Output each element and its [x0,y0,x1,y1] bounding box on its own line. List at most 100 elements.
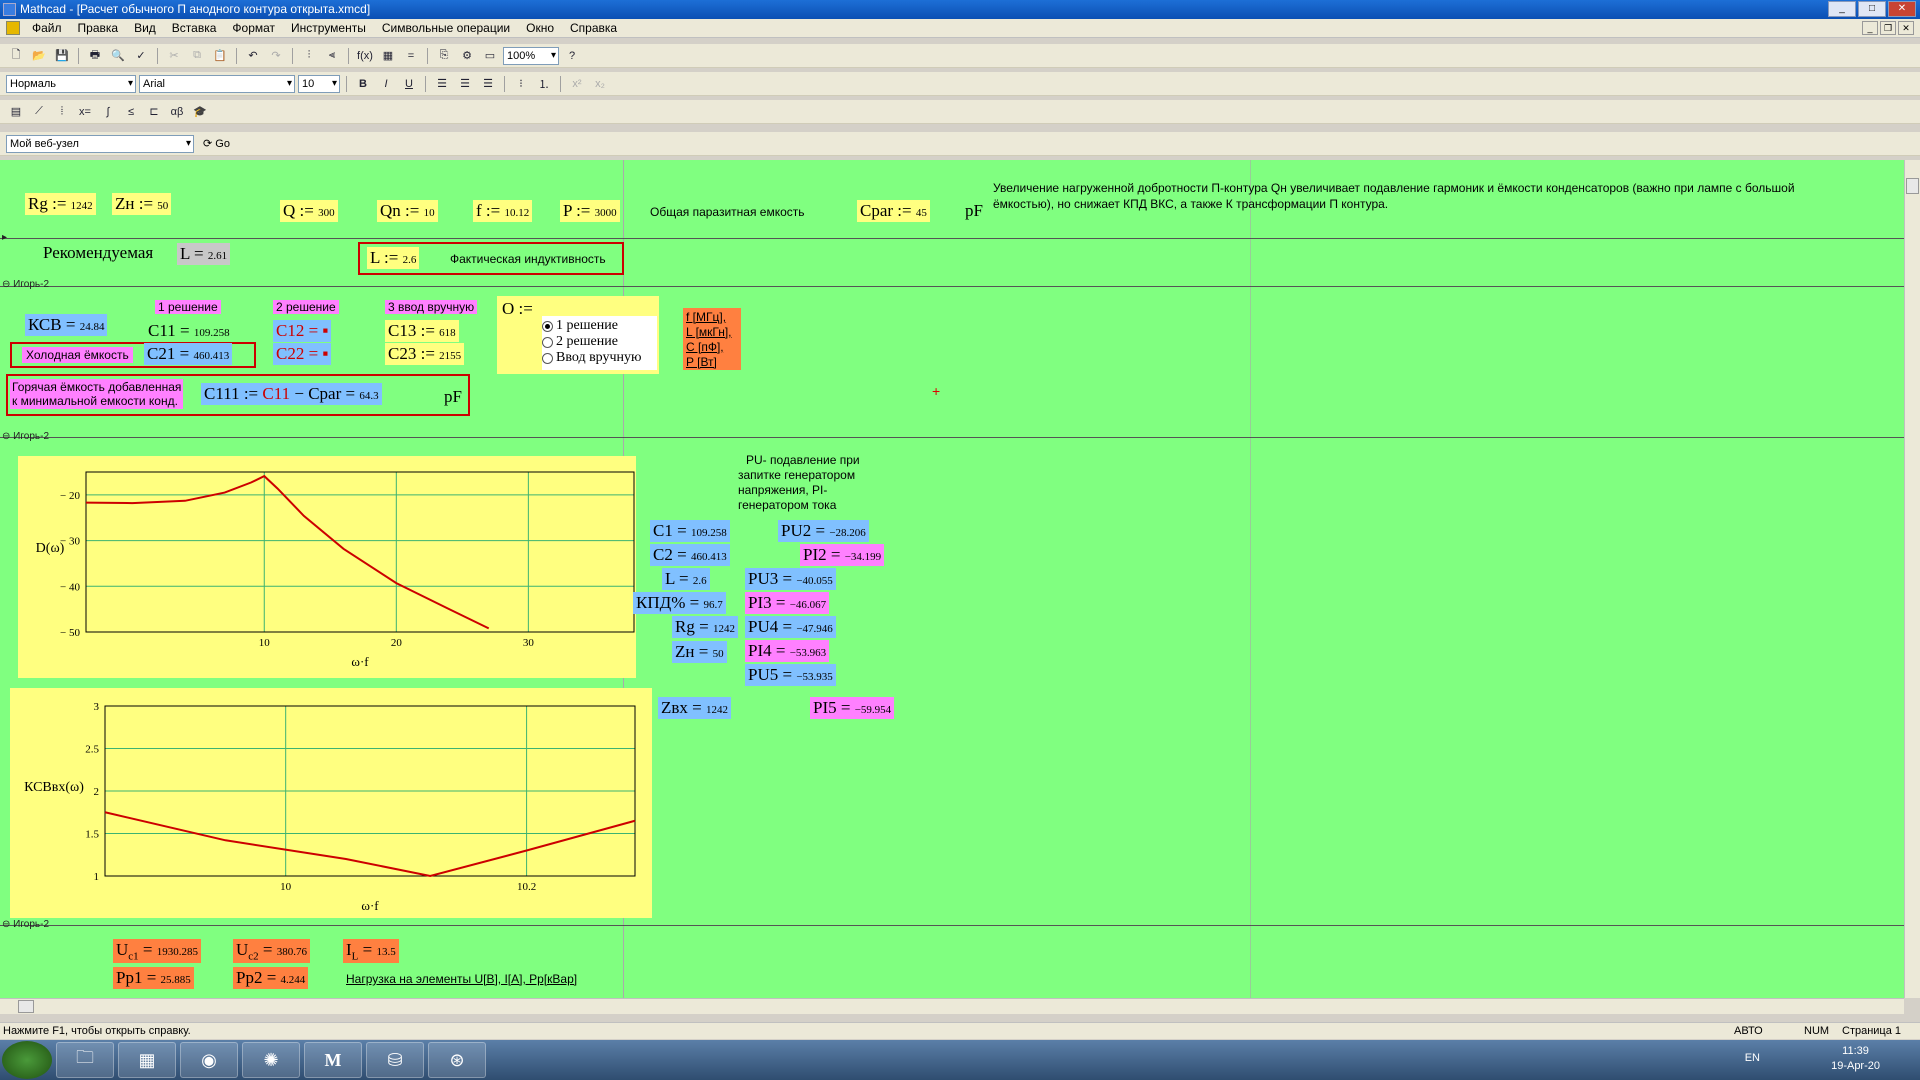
style-select[interactable]: Нормаль [6,74,136,93]
numbering-icon[interactable]: ⒈ [534,75,554,93]
kpd-result[interactable]: КПД% = 96.7 [633,592,726,614]
horizontal-scroll-thumb[interactable] [18,1000,34,1013]
menu-format[interactable]: Формат [224,21,283,35]
web-address-select[interactable]: Мой веб-узел [6,134,194,153]
pu2-result[interactable]: PU2 = −28.206 [778,520,869,542]
region-label[interactable]: ⊖ Игорь-2 [2,431,49,442]
graph-icon[interactable]: ⟋ [29,103,49,121]
boolean-icon[interactable]: ≤ [121,103,141,121]
doc-minimize-button[interactable]: _ [1862,21,1878,35]
l-recommended[interactable]: L = 2.61 [177,243,231,265]
superscript-icon[interactable]: x² [567,75,587,93]
document-icon[interactable] [6,21,20,35]
align-left-icon[interactable]: ☰ [432,75,452,93]
rg-definition[interactable]: Rg := 1242 [25,193,96,215]
align-right-icon[interactable]: ☰ [478,75,498,93]
resource-center-icon[interactable]: ▭ [480,47,500,65]
menu-edit[interactable]: Правка [70,21,127,35]
doc-close-button[interactable]: ✕ [1898,21,1914,35]
radio-solution-2[interactable]: 2 решение [542,334,657,350]
antenna-app-icon[interactable]: ✺ [242,1042,300,1078]
menu-help[interactable]: Справка [562,21,625,35]
pp2-result[interactable]: Pp2 = 4.244 [233,967,309,989]
spellcheck-icon[interactable]: ✓ [131,47,151,65]
p-definition[interactable]: P := 3000 [560,200,620,222]
bullets-icon[interactable]: ⁝ [511,75,531,93]
zoom-select[interactable]: 100% [503,46,559,65]
windows-explorer-icon[interactable]: ▦ [118,1042,176,1078]
close-button[interactable]: ✕ [1888,1,1916,17]
pi5-result[interactable]: PI5 = −59.954 [810,697,895,719]
italic-icon[interactable]: I [376,75,396,93]
ham-radio-icon[interactable]: ⊛ [428,1042,486,1078]
font-size-select[interactable]: 10 [298,74,340,93]
explorer-icon[interactable]: 🗀 [56,1042,114,1078]
new-icon[interactable]: 🗋 [6,47,26,65]
qn-definition[interactable]: Qn := 10 [377,200,438,222]
component-wizard-icon[interactable]: ⚙ [457,47,477,65]
pi3-result[interactable]: PI3 = −46.067 [745,592,830,614]
redo-icon[interactable]: ↷ [266,47,286,65]
print-icon[interactable]: 🖶 [85,47,105,65]
chart-ksv-omega[interactable]: 10 10.2 1 1.5 2 2.5 3 ω·f КСВвх(ω) [10,688,652,918]
uc2-result[interactable]: Uc2 = 380.76 [233,939,311,964]
help-icon[interactable]: ? [562,47,582,65]
rg-result[interactable]: Rg = 1242 [672,616,738,638]
pi4-result[interactable]: PI4 = −53.963 [745,640,830,662]
align-center-icon[interactable]: ☰ [455,75,475,93]
zn-definition[interactable]: Zн := 50 [112,193,172,215]
ksv-result[interactable]: КСВ = 24.84 [25,314,108,336]
c22-result[interactable]: C22 = ▪ [273,343,332,365]
c11-result[interactable]: C11 = 109.258 [145,320,233,342]
menu-view[interactable]: Вид [126,21,164,35]
horizontal-scrollbar[interactable] [0,998,1904,1014]
save-icon[interactable]: 💾 [52,47,72,65]
menu-insert[interactable]: Вставка [164,21,225,35]
print-preview-icon[interactable]: 🔍 [108,47,128,65]
c13-definition[interactable]: C13 := 618 [385,320,459,342]
pu5-result[interactable]: PU5 = −53.935 [745,664,836,686]
greek-icon[interactable]: αβ [167,103,187,121]
pi2-result[interactable]: PI2 = −34.199 [800,544,885,566]
menu-window[interactable]: Окно [518,21,562,35]
radio-manual[interactable]: Ввод вручную [542,350,657,366]
subscript-icon[interactable]: x₂ [590,75,610,93]
insert-hyperlink-icon[interactable]: ⎘ [434,47,454,65]
f-definition[interactable]: f := 10.12 [473,200,533,222]
menu-file[interactable]: Файл [24,21,70,35]
matrix-icon[interactable]: ⦙ [52,103,72,121]
minimize-button[interactable]: _ [1828,1,1856,17]
doc-restore-button[interactable]: ❐ [1880,21,1896,35]
radio-solution-1[interactable]: 1 решение [542,318,657,334]
cut-icon[interactable]: ✂ [164,47,184,65]
chrome-icon[interactable]: ◉ [180,1042,238,1078]
vertical-scrollbar[interactable] [1904,160,1920,998]
menu-tools[interactable]: Инструменты [283,21,374,35]
underline-icon[interactable]: U [399,75,419,93]
evaluation-icon[interactable]: x= [75,103,95,121]
c111-definition[interactable]: C111 := C11 − Cpar = 64.3 [201,383,382,405]
c12-result[interactable]: C12 = ▪ [273,320,332,342]
uc1-result[interactable]: Uc1 = 1930.285 [113,939,202,964]
font-select[interactable]: Arial [139,74,295,93]
zn-result[interactable]: Zн = 50 [672,641,727,663]
open-icon[interactable]: 📂 [29,47,49,65]
align-down-icon[interactable]: ⫷ [322,47,342,65]
region-label[interactable]: ⊖ Игорь-2 [2,919,49,930]
copy-icon[interactable]: ⧉ [187,47,207,65]
align-across-icon[interactable]: ⫶ [299,47,319,65]
pu3-result[interactable]: PU3 = −40.055 [745,568,836,590]
insert-unit-icon[interactable]: ▦ [378,47,398,65]
start-button[interactable] [2,1041,52,1079]
region-collapse-icon[interactable]: ▸ [2,232,7,243]
programming-icon[interactable]: ⊏ [144,103,164,121]
region-label[interactable]: ⊖ Игорь-2 [2,279,49,290]
c1-result[interactable]: C1 = 109.258 [650,520,730,542]
maximize-button[interactable]: □ [1858,1,1886,17]
calculate-icon[interactable]: = [401,47,421,65]
paste-icon[interactable]: 📋 [210,47,230,65]
q-definition[interactable]: Q := 300 [280,200,338,222]
undo-icon[interactable]: ↶ [243,47,263,65]
c23-definition[interactable]: C23 := 2155 [385,343,465,365]
l-result[interactable]: L = 2.6 [662,568,710,590]
